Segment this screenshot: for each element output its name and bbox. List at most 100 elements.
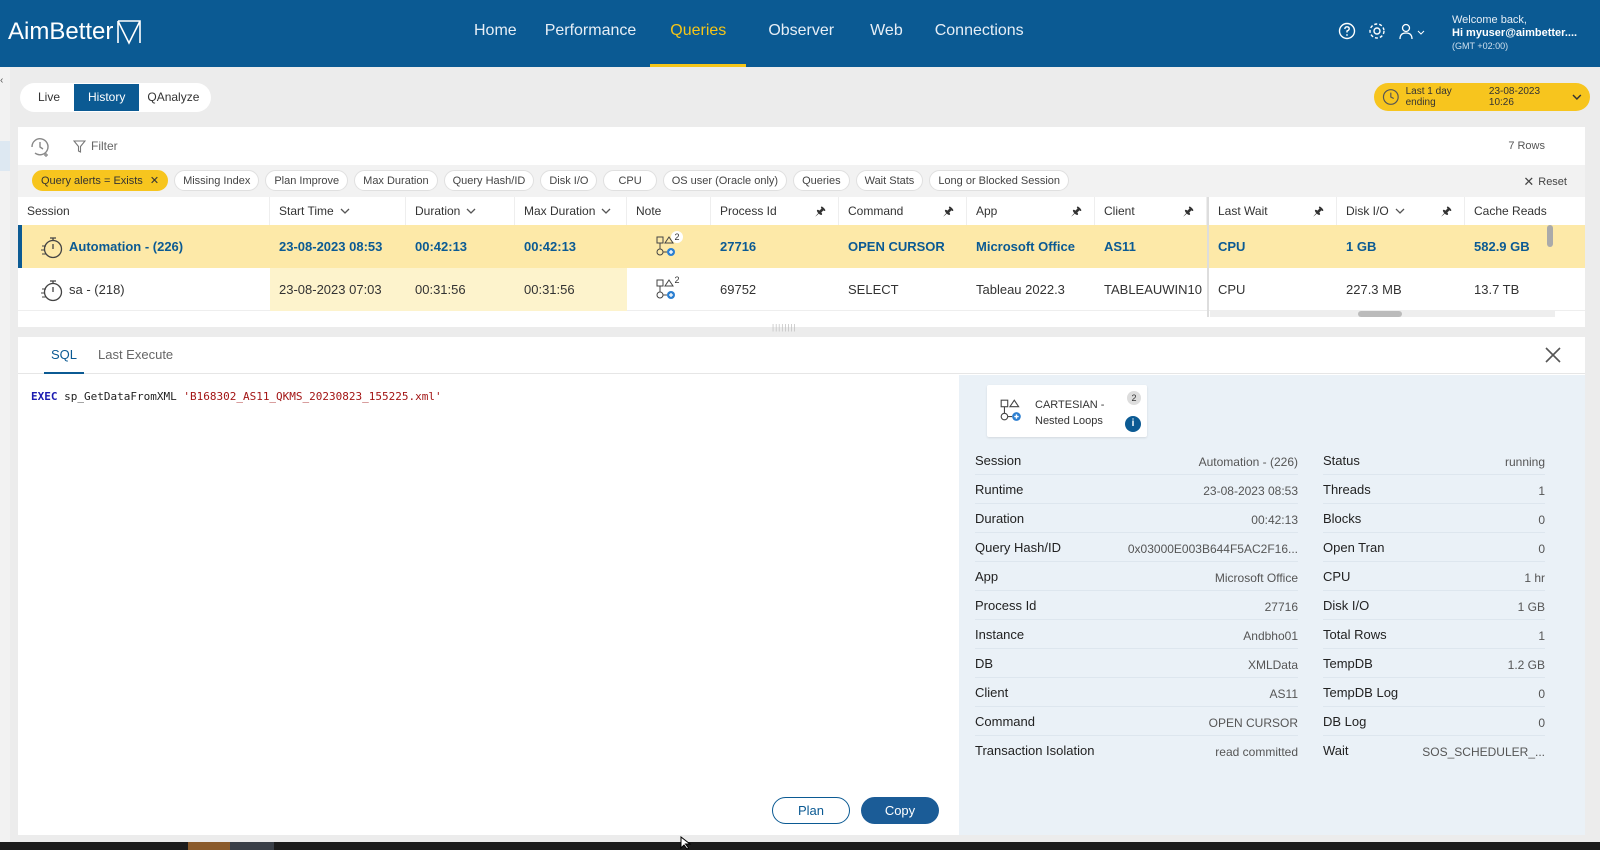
info-value: read committed [1215, 745, 1298, 759]
tab-qanalyze[interactable]: QAnalyze [139, 84, 207, 111]
nav-web[interactable]: Web [856, 0, 917, 67]
info-value: 0 [1538, 513, 1545, 527]
plan-alert-icon[interactable]: 2 [655, 231, 683, 260]
table-row[interactable]: Automation - (226) 23-08-2023 08:53 00:4… [18, 225, 1585, 268]
info-threads: Threads 1 [1323, 476, 1545, 504]
plan-alert-card[interactable]: CARTESIAN - Nested Loops 2 i [987, 385, 1147, 437]
col-start-time[interactable]: Start Time [270, 197, 406, 225]
gear-icon[interactable] [1368, 22, 1386, 40]
info-key: TempDB [1323, 656, 1373, 671]
chip-queries[interactable]: Queries [793, 170, 850, 191]
process-id-cell: 27716 [720, 239, 757, 254]
nav-queries[interactable]: Queries [650, 0, 747, 67]
filter-button[interactable]: Filter [73, 139, 118, 153]
nav-observer[interactable]: Observer [746, 0, 856, 67]
sql-code[interactable]: EXEC sp_GetDataFromXML 'B168302_AS11_QKM… [31, 390, 442, 403]
user-info[interactable]: Welcome back, Hi myuser@aimbetter.... (G… [1452, 14, 1577, 53]
pin-icon[interactable]: 🖈 [1071, 197, 1082, 225]
tab-live[interactable]: Live [24, 84, 74, 111]
info-value: Microsoft Office [1214, 571, 1298, 585]
tab-last-execute[interactable]: Last Execute [98, 337, 173, 374]
user-welcome: Welcome back, [1452, 14, 1527, 26]
info-key: Open Tran [1323, 540, 1385, 555]
col-app[interactable]: App 🖈 [967, 197, 1095, 225]
chip-plan-improve[interactable]: Plan Improve [265, 170, 349, 191]
stopwatch-icon [41, 279, 63, 301]
close-icon[interactable]: ✕ [150, 175, 159, 187]
col-session[interactable]: Session [18, 197, 270, 225]
chip-missing-index[interactable]: Missing Index [174, 170, 260, 191]
user-name: Hi myuser@aimbetter.... [1452, 27, 1578, 39]
pin-icon[interactable]: 🖈 [943, 197, 954, 225]
vertical-scrollbar[interactable] [1547, 225, 1553, 247]
nav-home[interactable]: Home [460, 0, 531, 67]
time-range-button[interactable]: Last 1 day ending 23-08-2023 10:26 [1374, 83, 1590, 111]
info-value[interactable]: 0x03000E003B644F5AC2F16... [1128, 542, 1298, 556]
note-cell[interactable]: 2 [646, 225, 706, 268]
chip-os-user[interactable]: OS user (Oracle only) [662, 170, 788, 191]
info-disk-io: Disk I/O 1 GB [1323, 592, 1545, 620]
disk-io-cell: 227.3 MB [1346, 282, 1402, 297]
sql-keyword: EXEC [31, 390, 58, 403]
reset-button[interactable]: ✕ Reset [1523, 174, 1567, 190]
history-icon[interactable] [28, 136, 52, 158]
col-duration[interactable]: Duration [406, 197, 515, 225]
query-info-sidebar: CARTESIAN - Nested Loops 2 i Session Auto… [959, 375, 1585, 835]
tab-sql[interactable]: SQL [44, 337, 84, 374]
plan-card-line1: CARTESIAN - [1035, 399, 1105, 411]
taskbar-app-2[interactable] [230, 842, 274, 850]
taskbar-app-1[interactable] [188, 842, 230, 850]
info-key: Wait [1323, 743, 1349, 758]
table-row[interactable]: sa - (218) 23-08-2023 07:03 00:31:56 00:… [18, 268, 1585, 311]
info-status: Status running [1323, 447, 1545, 475]
duration-cell: 00:42:13 [415, 239, 468, 254]
plan-button[interactable]: Plan [772, 797, 850, 824]
col-disk-io[interactable]: Disk I/O 🖈 [1337, 197, 1465, 225]
col-label: Client [1104, 204, 1135, 218]
pin-icon[interactable]: 🖈 [1441, 197, 1452, 225]
panel-resize-handle[interactable]: |||||||| [772, 323, 797, 332]
filter-chips: Query alerts = Exists ✕ Missing Index Pl… [32, 170, 1069, 191]
chip-long-blocked[interactable]: Long or Blocked Session [929, 170, 1069, 191]
horizontal-scrollbar-thumb[interactable] [1358, 311, 1402, 317]
col-command[interactable]: Command 🖈 [839, 197, 967, 225]
tab-history[interactable]: History [74, 84, 140, 111]
funnel-icon [73, 139, 86, 153]
pin-icon[interactable]: 🖈 [1183, 197, 1194, 225]
filter-label: Filter [91, 139, 118, 153]
chip-cpu[interactable]: CPU [603, 170, 657, 191]
col-max-duration[interactable]: Max Duration [515, 197, 627, 225]
col-note[interactable]: Note [627, 197, 711, 225]
info-key: CPU [1323, 569, 1351, 584]
last-wait-cell: CPU [1218, 282, 1246, 297]
chip-query-hash[interactable]: Query Hash/ID [443, 170, 535, 191]
start-time-cell: 23-08-2023 07:03 [270, 268, 406, 311]
col-client[interactable]: Client 🖈 [1095, 197, 1207, 225]
info-app: App Microsoft Office [975, 563, 1298, 591]
info-runtime: Runtime 23-08-2023 08:53 [975, 476, 1298, 504]
note-cell[interactable]: 2 [646, 268, 706, 311]
chip-wait-stats[interactable]: Wait Stats [855, 170, 924, 191]
command-cell: OPEN CURSOR [848, 239, 945, 254]
clock-icon [1382, 89, 1399, 105]
col-cache-reads[interactable]: Cache Reads [1465, 197, 1555, 225]
info-value: 00:42:13 [1251, 513, 1298, 527]
chip-query-alerts[interactable]: Query alerts = Exists ✕ [32, 170, 169, 191]
pin-icon[interactable]: 🖈 [815, 197, 826, 225]
chip-max-duration[interactable]: Max Duration [354, 170, 438, 191]
copy-button[interactable]: Copy [861, 797, 939, 824]
nav-performance[interactable]: Performance [531, 0, 651, 67]
help-icon[interactable] [1338, 22, 1356, 40]
left-sidebar-collapsed[interactable]: ‹ [0, 67, 10, 842]
col-last-wait[interactable]: Last Wait 🖈 [1209, 197, 1337, 225]
user-icon[interactable] [1398, 22, 1428, 40]
info-key: Blocks [1323, 511, 1362, 526]
close-icon[interactable] [1543, 345, 1563, 365]
nav-connections[interactable]: Connections [917, 0, 1042, 67]
chip-disk-io[interactable]: Disk I/O [540, 170, 598, 191]
info-icon[interactable]: i [1125, 416, 1141, 432]
plan-alert-icon[interactable]: 2 [655, 274, 683, 303]
pin-icon[interactable]: 🖈 [1313, 197, 1324, 225]
aimbetter-logo[interactable]: AimBetter [8, 18, 143, 46]
col-process-id[interactable]: Process Id 🖈 [711, 197, 839, 225]
